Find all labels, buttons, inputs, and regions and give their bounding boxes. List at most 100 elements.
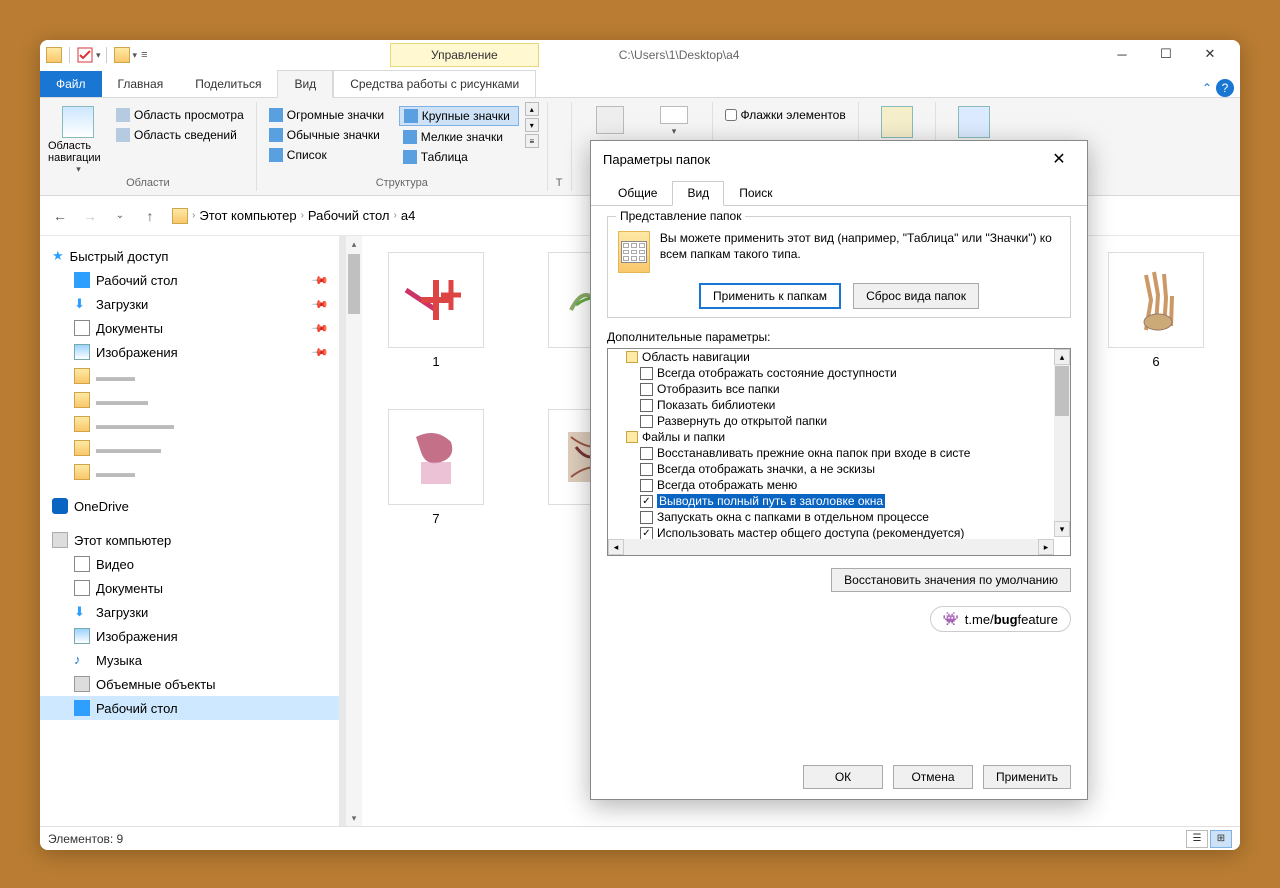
reset-folders-button[interactable]: Сброс вида папок <box>853 283 979 309</box>
advanced-settings-tree[interactable]: Область навигации Всегда отображать сост… <box>607 348 1071 556</box>
qat-customize[interactable]: ≡ <box>139 49 149 61</box>
file-menu[interactable]: Файл <box>40 71 102 97</box>
cancel-button[interactable]: Отмена <box>893 765 973 789</box>
dialog-body: Представление папок Вы можете применить … <box>591 206 1087 755</box>
tree-item[interactable]: Всегда отображать состояние доступности <box>608 365 1070 381</box>
group-by-button[interactable]: ▾ <box>644 102 704 137</box>
sidebar-recent-folder[interactable]: ▬▬▬▬▬▬ <box>40 412 339 436</box>
breadcrumb-root-icon <box>172 208 188 224</box>
breadcrumb-seg-0[interactable]: Этот компьютер› <box>199 208 304 223</box>
sidebar-item-music[interactable]: ♪Музыка <box>40 648 339 672</box>
sidebar-item-downloads-pc[interactable]: ⬇Загрузки <box>40 600 339 624</box>
file-label: 1 <box>432 354 439 369</box>
apply-button[interactable]: Применить <box>983 765 1071 789</box>
music-icon: ♪ <box>74 652 90 668</box>
tree-item[interactable]: Восстанавливать прежние окна папок при в… <box>608 445 1070 461</box>
this-pc-header[interactable]: Этот компьютер <box>40 528 339 552</box>
back-button[interactable]: ← <box>48 204 72 228</box>
layout-extra-large[interactable]: Огромные значки <box>265 106 395 124</box>
tree-category-nav[interactable]: Область навигации <box>608 349 1070 365</box>
tree-vertical-scrollbar[interactable]: ▴ ▾ <box>1054 349 1070 537</box>
checkbox-checked-icon: ✓ <box>640 527 653 540</box>
dialog-tabs: Общие Вид Поиск <box>591 177 1087 206</box>
sidebar-recent-folder[interactable]: ▬▬▬ <box>40 460 339 484</box>
qat-new-folder[interactable]: ▾ <box>112 47 138 63</box>
onedrive-icon <box>52 498 68 514</box>
tree-item-selected[interactable]: ✓Выводить полный путь в заголовке окна <box>608 493 1070 509</box>
pin-icon: 📌 <box>311 295 330 314</box>
file-item[interactable]: 1 <box>386 252 486 369</box>
breadcrumb-seg-2[interactable]: a4 <box>401 208 415 223</box>
dialog-close-button[interactable]: ✕ <box>1043 145 1075 173</box>
tree-item[interactable]: Запускать окна с папками в отдельном про… <box>608 509 1070 525</box>
layout-small[interactable]: Мелкие значки <box>399 128 519 146</box>
sidebar-recent-folder[interactable]: ▬▬▬ <box>40 364 339 388</box>
folder-views-icon <box>618 231 650 273</box>
sort-by-button[interactable] <box>580 102 640 136</box>
qat-props[interactable]: ▾ <box>75 47 101 63</box>
tab-home[interactable]: Главная <box>102 71 180 97</box>
layout-scroll-down[interactable]: ▾ <box>525 118 539 132</box>
tree-item[interactable]: Показать библиотеки <box>608 397 1070 413</box>
dialog-tab-general[interactable]: Общие <box>603 181 672 205</box>
recent-locations[interactable]: ⌄ <box>108 204 132 228</box>
sidebar-item-desktop[interactable]: Рабочий стол📌 <box>40 268 339 292</box>
tree-item[interactable]: Всегда отображать меню <box>608 477 1070 493</box>
sidebar-scrollbar[interactable]: ▴ ▾ <box>346 236 362 826</box>
tab-share[interactable]: Поделиться <box>179 71 277 97</box>
minimize-button[interactable]: ─ <box>1100 40 1144 68</box>
tree-item[interactable]: Развернуть до открытой папки <box>608 413 1070 429</box>
ribbon-collapse[interactable]: ⌃ <box>1202 81 1212 95</box>
layout-details[interactable]: Таблица <box>399 148 519 166</box>
up-button[interactable]: ↑ <box>138 204 162 228</box>
forward-button[interactable]: → <box>78 204 102 228</box>
status-view-icons[interactable]: ⊞ <box>1210 830 1232 848</box>
sidebar-item-pictures[interactable]: Изображения📌 <box>40 340 339 364</box>
onedrive-header[interactable]: OneDrive <box>40 494 339 518</box>
help-icon[interactable]: ? <box>1216 79 1234 97</box>
sidebar-recent-folder[interactable]: ▬▬▬▬ <box>40 388 339 412</box>
tree-horizontal-scrollbar[interactable]: ◂ ▸ <box>608 539 1054 555</box>
tree-item[interactable]: Отобразить все папки <box>608 381 1070 397</box>
folder-views-fieldset: Представление папок Вы можете применить … <box>607 216 1071 318</box>
pin-icon: 📌 <box>311 343 330 362</box>
checkbox-checked-icon: ✓ <box>640 495 653 508</box>
ok-button[interactable]: ОК <box>803 765 883 789</box>
file-item[interactable]: 7 <box>386 409 486 526</box>
tree-category-files[interactable]: Файлы и папки <box>608 429 1070 445</box>
tab-view[interactable]: Вид <box>277 70 333 98</box>
restore-defaults-button[interactable]: Восстановить значения по умолчанию <box>831 568 1071 592</box>
ribbon-group-panes-label: Области <box>48 175 248 191</box>
sidebar-item-documents-pc[interactable]: Документы <box>40 576 339 600</box>
tree-item[interactable]: ✓Использовать мастер общего доступа (рек… <box>608 525 1070 539</box>
sidebar-item-3d-objects[interactable]: Объемные объекты <box>40 672 339 696</box>
hide-selected-button[interactable] <box>867 102 927 140</box>
breadcrumb-seg-1[interactable]: Рабочий стол› <box>308 208 397 223</box>
file-item[interactable]: 6 <box>1106 252 1206 369</box>
navigation-pane-button[interactable]: Область навигации ▾ <box>48 102 108 175</box>
maximize-button[interactable]: ☐ <box>1144 40 1188 68</box>
dialog-tab-view[interactable]: Вид <box>672 181 724 206</box>
tree-item[interactable]: Всегда отображать значки, а не эскизы <box>608 461 1070 477</box>
sidebar-item-documents[interactable]: Документы📌 <box>40 316 339 340</box>
close-button[interactable]: ✕ <box>1188 40 1232 68</box>
sidebar-item-downloads[interactable]: ⬇Загрузки📌 <box>40 292 339 316</box>
layout-scroll-up[interactable]: ▴ <box>525 102 539 116</box>
quick-access-header[interactable]: ★ Быстрый доступ <box>40 244 339 268</box>
layout-list[interactable]: Список <box>265 146 395 164</box>
apply-to-folders-button[interactable]: Применить к папкам <box>699 283 841 309</box>
preview-pane-toggle[interactable]: Область просмотра <box>112 106 248 124</box>
layout-large[interactable]: Крупные значки <box>399 106 519 126</box>
layout-medium[interactable]: Обычные значки <box>265 126 395 144</box>
item-checkboxes-toggle[interactable]: Флажки элементов <box>721 106 850 124</box>
layout-more[interactable]: ≡ <box>525 134 539 148</box>
sidebar-recent-folder[interactable]: ▬▬▬▬▬ <box>40 436 339 460</box>
details-pane-toggle[interactable]: Область сведений <box>112 126 248 144</box>
tab-picture-tools[interactable]: Средства работы с рисунками <box>333 70 536 97</box>
dialog-tab-search[interactable]: Поиск <box>724 181 787 205</box>
advanced-settings-label: Дополнительные параметры: <box>607 330 1071 344</box>
sidebar-item-videos[interactable]: Видео <box>40 552 339 576</box>
sidebar-item-desktop-pc[interactable]: Рабочий стол <box>40 696 339 720</box>
sidebar-item-pictures-pc[interactable]: Изображения <box>40 624 339 648</box>
status-view-details[interactable]: ☰ <box>1186 830 1208 848</box>
